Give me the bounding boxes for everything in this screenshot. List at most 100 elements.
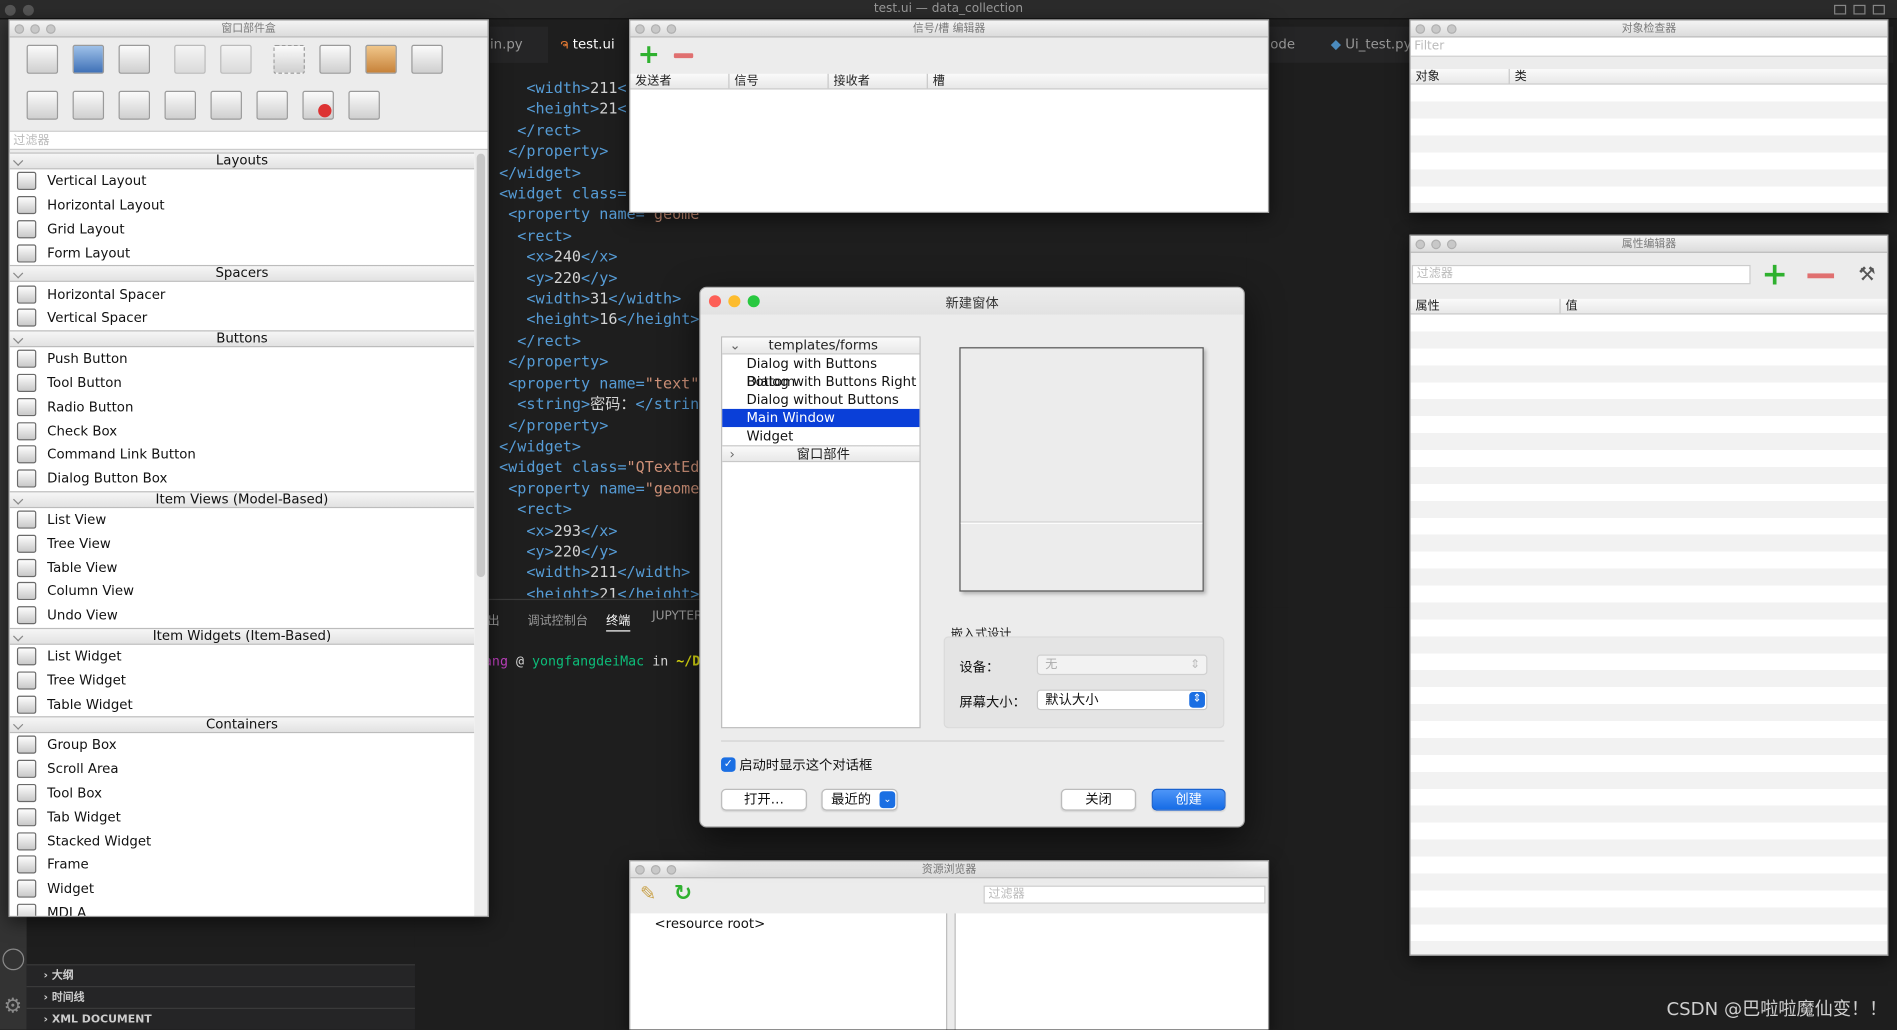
timeline-section[interactable]: › 时间线 — [26, 985, 415, 1008]
edit-buddies-icon[interactable] — [365, 44, 397, 74]
add-property-icon[interactable]: + — [1761, 259, 1787, 290]
save-form-icon[interactable] — [118, 44, 151, 74]
widget-item[interactable]: Command Link Button — [10, 443, 475, 467]
resource-file-list[interactable] — [954, 913, 1268, 1030]
widgets-group-header[interactable]: › 窗口部件 — [722, 445, 920, 463]
widget-item[interactable]: Tool Button — [10, 371, 475, 395]
layout-form-icon[interactable] — [256, 90, 288, 120]
templates-forms-header[interactable]: ⌄ templates/forms — [722, 337, 920, 355]
category-header[interactable]: Item Views (Model-Based) — [9, 490, 475, 508]
break-layout-icon[interactable] — [302, 90, 334, 120]
widget-item[interactable]: Horizontal Layout — [10, 193, 475, 217]
widget-item[interactable]: Tool Box — [10, 781, 475, 805]
column-slot[interactable]: 槽 — [928, 74, 1027, 88]
widget-item[interactable]: Grid Layout — [10, 217, 475, 241]
close-button[interactable]: 关闭 — [1060, 788, 1137, 811]
column-sender[interactable]: 发送者 — [630, 73, 730, 89]
widget-item[interactable]: List View — [10, 508, 475, 532]
column-signal[interactable]: 信号 — [730, 73, 829, 89]
window-buttons[interactable] — [1415, 239, 1457, 250]
widget-item[interactable]: Tree Widget — [10, 668, 475, 692]
widget-item[interactable]: Tree View — [10, 532, 475, 556]
window-buttons[interactable] — [1415, 24, 1457, 34]
object-tree[interactable] — [1410, 84, 1888, 212]
cut-icon[interactable] — [174, 44, 206, 74]
new-form-icon[interactable] — [26, 44, 59, 74]
layout-grid-icon[interactable] — [210, 90, 242, 120]
open-form-icon[interactable] — [72, 44, 105, 74]
tab-in-py[interactable]: in.py — [490, 27, 546, 63]
panel-tab-debug[interactable]: 调试控制台 — [527, 610, 587, 628]
column-value[interactable]: 值 — [1561, 299, 1876, 313]
resource-tree[interactable]: <resource root> — [630, 913, 948, 1030]
signal-slot-titlebar[interactable]: 信号/槽 编辑器 — [630, 20, 1268, 38]
panel-tab-output[interactable]: 出 — [488, 610, 500, 628]
widget-item[interactable]: Table View — [10, 555, 475, 579]
show-on-startup-checkbox[interactable]: ✓ 启动时显示这个对话框 — [721, 755, 872, 774]
layout-h-splitter-icon[interactable] — [118, 90, 151, 120]
widget-item[interactable]: List Widget — [10, 644, 475, 668]
adjust-size-icon[interactable] — [348, 90, 380, 120]
category-header[interactable]: Layouts — [9, 152, 475, 170]
template-item[interactable]: Dialog with Buttons Bottom — [722, 354, 919, 390]
create-button[interactable]: 创建 — [1151, 788, 1226, 811]
widget-box-scrollbar[interactable] — [476, 153, 486, 578]
widget-item[interactable]: Table Widget — [10, 692, 475, 716]
remove-property-icon[interactable] — [1807, 273, 1835, 279]
template-item[interactable]: Dialog with Buttons Right — [722, 373, 919, 391]
tab-ui-test-py[interactable]: ◆ Ui_test.py — [1331, 27, 1416, 63]
object-filter-input[interactable]: Filter — [1410, 37, 1888, 57]
layout-horizontal-icon[interactable] — [26, 90, 59, 120]
widget-item[interactable]: Horizontal Spacer — [10, 282, 475, 306]
template-tree[interactable]: ⌄ templates/forms Dialog with Buttons Bot… — [721, 336, 921, 729]
property-editor-titlebar[interactable]: 属性编辑器 — [1410, 235, 1888, 253]
widget-box-filter[interactable]: 过滤器 — [9, 131, 488, 151]
widget-box-titlebar[interactable]: 窗口部件盒 — [9, 20, 488, 38]
column-class[interactable]: 类 — [1510, 69, 1752, 83]
remove-connection-icon[interactable] — [673, 53, 694, 59]
template-item[interactable]: Dialog without Buttons — [722, 391, 919, 409]
widget-item[interactable]: Scroll Area — [10, 757, 475, 781]
account-icon[interactable] — [2, 948, 25, 971]
widget-item[interactable]: Widget — [10, 877, 475, 901]
widget-item[interactable]: Push Button — [10, 347, 475, 371]
window-buttons[interactable] — [635, 865, 677, 875]
widget-item[interactable]: Check Box — [10, 419, 475, 443]
object-inspector-titlebar[interactable]: 对象检查器 — [1410, 20, 1888, 38]
column-object[interactable]: 对象 — [1411, 68, 1510, 84]
xml-document-section[interactable]: › XML DOCUMENT — [26, 1007, 415, 1030]
dialog-titlebar[interactable]: 新建窗体 — [700, 287, 1244, 315]
widget-item[interactable]: Radio Button — [10, 395, 475, 419]
property-table[interactable] — [1410, 314, 1888, 955]
resource-browser-titlebar[interactable]: 资源浏览器 — [630, 861, 1268, 879]
edit-resources-pencil-icon[interactable]: ✎ — [640, 882, 656, 905]
layout-vertical-icon[interactable] — [72, 90, 105, 120]
tab-node[interactable]: ode — [1270, 27, 1318, 63]
panel-tab-jupyter[interactable]: JUPYTER — [652, 610, 702, 623]
window-buttons[interactable] — [635, 24, 677, 34]
add-connection-icon[interactable]: + — [638, 42, 660, 69]
widget-item[interactable]: Undo View — [10, 603, 475, 627]
widget-item[interactable]: MDI A — [10, 901, 475, 916]
category-header[interactable]: Containers — [9, 716, 475, 734]
outline-section[interactable]: › 大纲 — [26, 964, 415, 986]
recent-button[interactable]: 最近的 ⌄ — [821, 788, 898, 811]
property-filter-input[interactable]: 过滤器 — [1411, 264, 1751, 285]
edit-signals-icon[interactable] — [319, 44, 351, 74]
widget-item[interactable]: Form Layout — [10, 241, 475, 265]
resource-filter-input[interactable]: 过滤器 — [983, 885, 1266, 904]
reload-icon[interactable]: ↻ — [674, 881, 692, 906]
layout-icons[interactable] — [1834, 4, 1885, 15]
column-property[interactable]: 属性 — [1411, 298, 1561, 314]
screen-size-select[interactable]: 默认大小 ⇕ — [1036, 689, 1208, 711]
widget-item[interactable]: Vertical Spacer — [10, 306, 475, 330]
category-header[interactable]: Spacers — [9, 265, 475, 283]
settings-gear-icon[interactable]: ⚙ — [4, 996, 22, 1018]
edit-tab-order-icon[interactable] — [411, 44, 443, 74]
widget-item[interactable]: Dialog Button Box — [10, 467, 475, 491]
widget-item[interactable]: Group Box — [10, 733, 475, 757]
panel-tab-terminal[interactable]: 终端 — [606, 610, 631, 632]
open-button[interactable]: 打开… — [721, 788, 807, 811]
template-item[interactable]: Widget — [722, 427, 919, 445]
layout-v-splitter-icon[interactable] — [164, 90, 196, 120]
